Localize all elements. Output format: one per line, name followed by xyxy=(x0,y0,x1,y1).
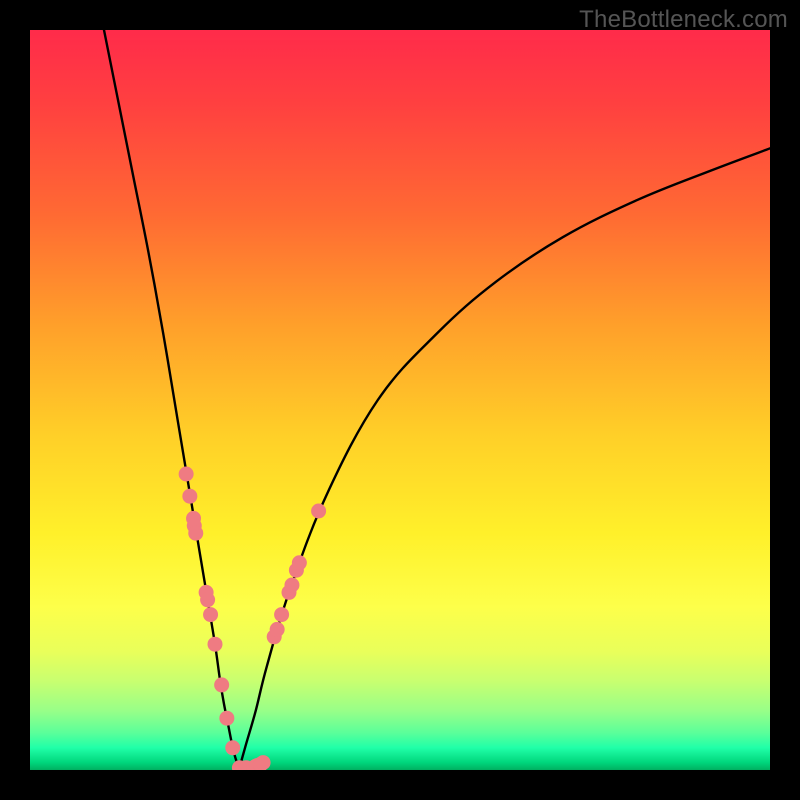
data-marker xyxy=(208,637,223,652)
data-marker xyxy=(179,467,194,482)
chart-container: TheBottleneck.com xyxy=(0,0,800,800)
data-marker xyxy=(225,740,240,755)
plot-area xyxy=(30,30,770,770)
data-marker xyxy=(270,622,285,637)
data-marker xyxy=(200,592,215,607)
curve-right-curve xyxy=(239,148,770,767)
chart-svg xyxy=(30,30,770,770)
data-marker xyxy=(219,711,234,726)
data-marker xyxy=(311,504,326,519)
data-marker xyxy=(188,526,203,541)
data-marker xyxy=(274,607,289,622)
watermark: TheBottleneck.com xyxy=(579,6,788,34)
data-marker xyxy=(292,555,307,570)
curve-left-curve xyxy=(104,30,239,768)
data-marker xyxy=(256,755,271,770)
data-marker xyxy=(182,489,197,504)
data-marker xyxy=(203,607,218,622)
data-marker xyxy=(284,578,299,593)
data-marker xyxy=(214,677,229,692)
